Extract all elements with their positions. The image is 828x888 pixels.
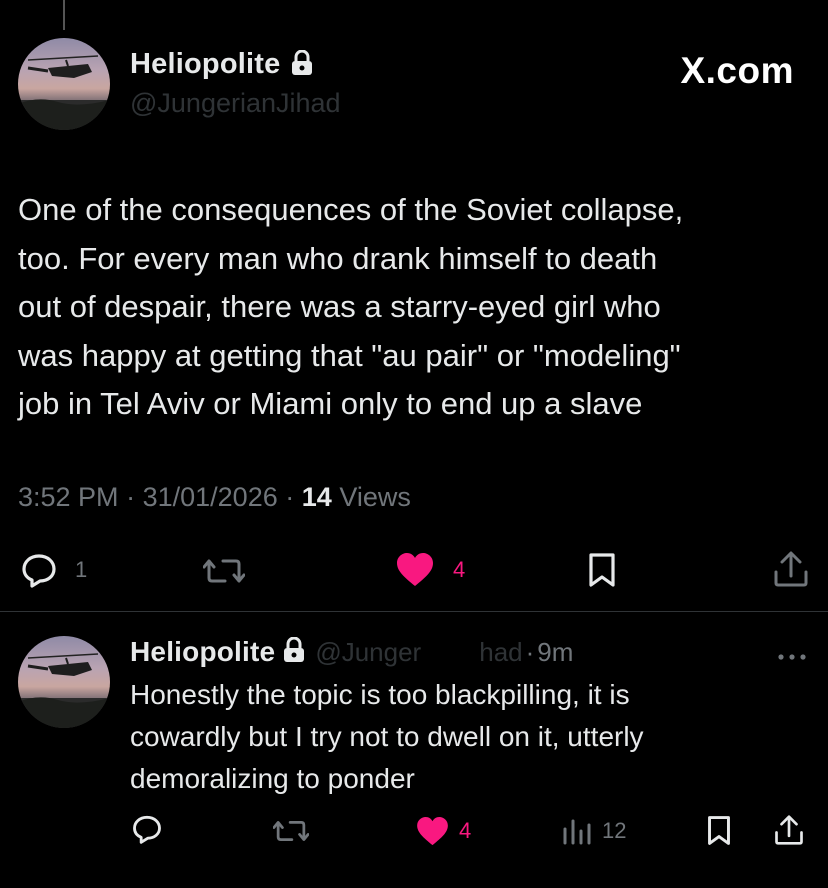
post-text-line: job in Tel Aviv or Miami only to end up …	[18, 386, 643, 421]
views-count: 14	[301, 482, 332, 512]
lock-icon	[291, 49, 313, 81]
divider	[0, 611, 828, 612]
post-text: One of the consequences of the Soviet co…	[18, 186, 818, 429]
repost-icon	[202, 559, 246, 583]
reply-text-line: demoralizing to ponder	[130, 763, 415, 794]
views-icon	[563, 819, 591, 845]
author-name-row: Heliopolite	[130, 48, 313, 84]
author-name[interactable]: Heliopolite	[130, 48, 280, 80]
post-text-line: too. For every man who drank himself to …	[18, 240, 658, 276]
reply-repost-button[interactable]	[272, 818, 310, 849]
post-text-line: out of despair, there was a starry-eyed …	[18, 289, 661, 324]
like-count: 4	[453, 557, 466, 582]
reply-text-line: Honestly the topic is too blackpilling, …	[130, 679, 630, 710]
avatar[interactable]	[18, 38, 110, 130]
post-text-line: was happy at getting that "au pair" or "…	[18, 337, 681, 373]
heart-icon	[397, 553, 433, 586]
bookmark-button[interactable]	[587, 552, 617, 593]
like-button[interactable]: 4	[396, 552, 465, 588]
reply-author-handle-tail: had	[479, 636, 523, 667]
reply-views-count: 12	[602, 818, 627, 843]
helicopter-photo	[18, 653, 110, 728]
reply-button[interactable]: 1	[20, 552, 87, 588]
reply-icon	[133, 815, 161, 844]
reply-age[interactable]: 9m	[537, 637, 573, 668]
lock-icon	[283, 636, 305, 668]
bookmark-icon	[589, 553, 615, 587]
reply-header: Heliopolite @Junger had · 9m	[130, 634, 573, 670]
post-time[interactable]: 3:52 PM	[18, 482, 119, 512]
heart-icon	[417, 816, 448, 845]
repost-button[interactable]	[202, 556, 246, 591]
reply-like-count: 4	[459, 818, 472, 843]
reply-share-button[interactable]	[774, 814, 804, 851]
post-text-line: One of the consequences of the Soviet co…	[18, 192, 684, 227]
brand-wordmark: X.com	[680, 50, 794, 91]
reply-count: 1	[75, 557, 88, 582]
more-button[interactable]	[777, 648, 807, 666]
repost-icon	[272, 821, 310, 841]
separator-dot: ·	[285, 482, 295, 512]
reply-avatar[interactable]	[18, 636, 110, 728]
reply-text: Honestly the topic is too blackpilling, …	[130, 674, 820, 800]
reply-reply-button[interactable]	[131, 814, 163, 849]
reply-text-line: cowardly but I try not to dwell on it, u…	[130, 721, 644, 752]
more-icon	[778, 654, 806, 660]
author-handle[interactable]: @JungerianJihad	[130, 88, 341, 119]
reply-icon	[22, 554, 56, 588]
separator-dot: ·	[126, 482, 136, 512]
reply-author-handle[interactable]: @Junger	[315, 637, 421, 668]
post-date[interactable]: 31/01/2026	[143, 482, 278, 512]
post-meta: 3:52 PM · 31/01/2026 · 14 Views	[18, 482, 411, 513]
reply-bookmark-button[interactable]	[706, 815, 732, 851]
helicopter-photo	[18, 55, 110, 130]
share-button[interactable]	[773, 550, 809, 593]
views-label: Views	[339, 482, 411, 512]
reply-views-button[interactable]: 12	[562, 816, 626, 846]
share-icon	[775, 815, 803, 845]
thread-connector-line	[63, 0, 65, 30]
reply-like-button[interactable]: 4	[416, 816, 471, 846]
reply-author-name[interactable]: Heliopolite	[130, 636, 275, 668]
bookmark-icon	[708, 816, 730, 845]
separator-dot: ·	[525, 636, 535, 667]
share-icon	[774, 551, 808, 587]
